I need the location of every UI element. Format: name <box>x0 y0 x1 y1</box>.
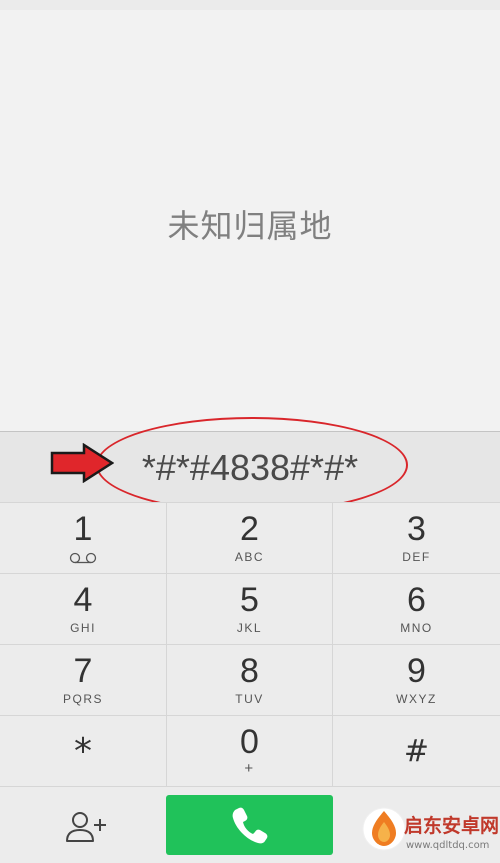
dial-keypad: 1 2 ABC 3 DEF 4 GHI 5 JKL 6 MNO 7 PQRS 8… <box>0 502 500 786</box>
watermark-logo-icon <box>362 807 406 851</box>
status-strip <box>0 0 500 10</box>
key-digit: # <box>403 734 430 769</box>
key-letters: WXYZ <box>396 692 437 706</box>
key-6[interactable]: 6 MNO <box>333 573 500 644</box>
site-watermark: 启东安卓网 www.qdltdq.com <box>360 798 500 863</box>
add-contact-icon[interactable] <box>62 807 112 847</box>
key-letters: ABC <box>234 550 265 564</box>
key-4[interactable]: 4 GHI <box>0 573 166 644</box>
key-digit: 4 <box>73 581 93 619</box>
key-7[interactable]: 7 PQRS <box>0 644 166 715</box>
key-letters: DEF <box>402 550 431 564</box>
key-letters: GHI <box>70 621 96 635</box>
key-star[interactable]: * <box>0 715 166 786</box>
key-digit: 1 <box>73 510 93 548</box>
dialed-number[interactable]: *#*#4838#*#* <box>100 446 400 490</box>
key-2[interactable]: 2 ABC <box>166 502 333 573</box>
key-digit: 3 <box>407 510 426 548</box>
caller-info-area: 未知归属地 <box>0 10 500 431</box>
key-digit: 8 <box>240 652 259 690</box>
key-0[interactable]: 0 + <box>166 715 333 786</box>
key-letters: + <box>244 760 255 777</box>
watermark-url: www.qdltdq.com <box>406 840 490 851</box>
key-digit: 7 <box>73 652 93 690</box>
caller-location: 未知归属地 <box>167 207 333 245</box>
key-letters: MNO <box>400 621 433 635</box>
key-digit: 6 <box>407 581 426 619</box>
key-letters: JKL <box>236 621 263 635</box>
key-letters: PQRS <box>62 692 103 706</box>
phone-icon <box>232 807 268 844</box>
call-button[interactable] <box>166 795 333 855</box>
key-9[interactable]: 9 WXYZ <box>333 644 500 715</box>
right-arrow-icon <box>50 443 114 483</box>
key-letters: TUV <box>235 692 264 706</box>
watermark-title: 启东安卓网 <box>404 815 500 837</box>
key-digit: * <box>74 731 92 772</box>
key-digit: 5 <box>240 581 259 619</box>
key-8[interactable]: 8 TUV <box>166 644 333 715</box>
key-digit: 0 <box>240 723 259 761</box>
key-3[interactable]: 3 DEF <box>333 502 500 573</box>
key-digit: 2 <box>240 510 259 548</box>
key-5[interactable]: 5 JKL <box>166 573 333 644</box>
key-hash[interactable]: # <box>333 715 500 786</box>
voicemail-icon <box>69 552 97 564</box>
key-1[interactable]: 1 <box>0 502 166 573</box>
key-digit: 9 <box>407 652 426 690</box>
